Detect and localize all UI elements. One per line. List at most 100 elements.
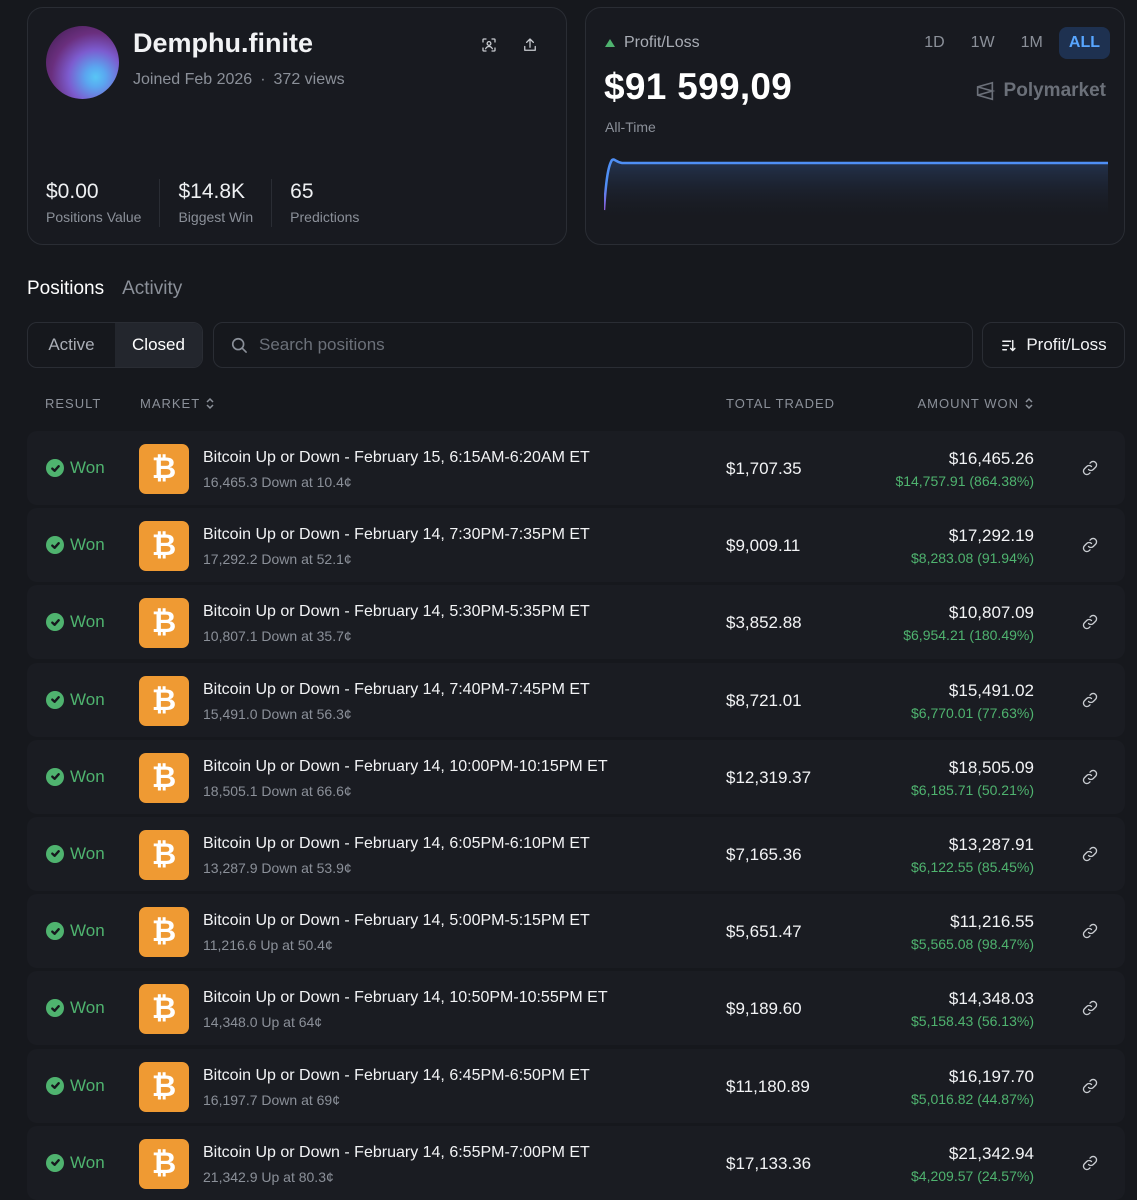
market-title[interactable]: Bitcoin Up or Down - February 14, 6:45PM… <box>203 1067 590 1085</box>
market-title[interactable]: Bitcoin Up or Down - February 14, 5:30PM… <box>203 603 590 621</box>
table-row[interactable]: Won ₿ Bitcoin Up or Down - February 14, … <box>27 585 1125 660</box>
pnl-label-text: Profit/Loss <box>624 34 700 51</box>
header-amount-won[interactable]: AMOUNT WON <box>918 396 1034 411</box>
filter-closed[interactable]: Closed <box>115 323 202 367</box>
result-cell: Won <box>46 998 105 1018</box>
check-circle-icon <box>46 536 64 555</box>
amount-won: $18,505.09 <box>948 757 1034 777</box>
bitcoin-icon: ₿ <box>139 907 189 958</box>
check-circle-icon <box>46 844 64 863</box>
stat-biggest-win: $14.8K Biggest Win <box>178 179 273 227</box>
pnl-period: All-Time <box>605 119 656 135</box>
header-traded-label: TOTAL TRADED <box>726 396 836 411</box>
share-icon[interactable] <box>518 33 542 57</box>
profit-change: $5,565.08 (98.47%) <box>911 936 1034 953</box>
market-title[interactable]: Bitcoin Up or Down - February 14, 10:50P… <box>203 989 608 1007</box>
link-icon[interactable] <box>1081 691 1099 709</box>
table-row[interactable]: Won ₿ Bitcoin Up or Down - February 14, … <box>27 739 1125 814</box>
market-title[interactable]: Bitcoin Up or Down - February 14, 5:00PM… <box>203 912 590 930</box>
result-cell: Won <box>46 1076 105 1096</box>
result-label: Won <box>70 535 105 555</box>
amount-won: $17,292.19 <box>948 526 1034 546</box>
check-circle-icon <box>46 922 64 941</box>
status-filter: Active Closed <box>27 322 203 368</box>
profile-meta: Joined Feb 2026 · 372 views <box>133 71 345 89</box>
bitcoin-icon: ₿ <box>139 984 189 1035</box>
link-icon[interactable] <box>1081 922 1099 940</box>
market-title[interactable]: Bitcoin Up or Down - February 14, 10:00P… <box>203 758 608 776</box>
timeframe-all[interactable]: ALL <box>1058 27 1110 59</box>
positions-table: Won ₿ Bitcoin Up or Down - February 15, … <box>27 431 1125 1200</box>
position-detail: 14,348.0 Up at 64¢ <box>203 1014 323 1031</box>
profit-change: $6,185.71 (50.21%) <box>911 781 1034 798</box>
timeframe-1w[interactable]: 1W <box>961 27 1005 59</box>
market-title[interactable]: Bitcoin Up or Down - February 14, 6:05PM… <box>203 835 590 853</box>
total-traded: $17,133.36 <box>726 1153 812 1173</box>
link-icon[interactable] <box>1081 459 1099 477</box>
link-icon[interactable] <box>1081 1154 1099 1172</box>
search-input[interactable] <box>259 335 939 355</box>
table-row[interactable]: Won ₿ Bitcoin Up or Down - February 15, … <box>27 431 1125 505</box>
check-circle-icon <box>46 690 64 709</box>
position-detail: 18,505.1 Down at 66.6¢ <box>203 782 352 799</box>
bitcoin-icon: ₿ <box>139 752 189 803</box>
table-row[interactable]: Won ₿ Bitcoin Up or Down - February 14, … <box>27 894 1125 969</box>
result-label: Won <box>70 921 105 941</box>
table-row[interactable]: Won ₿ Bitcoin Up or Down - February 14, … <box>27 971 1125 1046</box>
pnl-value: $91 599,09 <box>604 66 793 107</box>
table-row[interactable]: Won ₿ Bitcoin Up or Down - February 14, … <box>27 662 1125 737</box>
tab-activity[interactable]: Activity <box>122 278 182 300</box>
stat-value: $0.00 <box>46 180 99 203</box>
link-icon[interactable] <box>1081 613 1099 631</box>
pnl-card: Profit/Loss $91 599,09 All-Time 1D 1W 1M… <box>585 7 1125 245</box>
amount-won: $16,197.70 <box>948 1066 1034 1086</box>
sort-button[interactable]: Profit/Loss <box>982 322 1125 368</box>
tab-positions[interactable]: Positions <box>27 278 104 300</box>
profit-change: $4,209.57 (24.57%) <box>911 1167 1034 1184</box>
market-title[interactable]: Bitcoin Up or Down - February 14, 7:40PM… <box>203 681 590 699</box>
amount-won: $11,216.55 <box>950 912 1034 932</box>
link-icon[interactable] <box>1081 768 1099 786</box>
scan-icon[interactable] <box>477 33 501 57</box>
table-row[interactable]: Won ₿ Bitcoin Up or Down - February 14, … <box>27 508 1125 583</box>
amount-won: $21,342.94 <box>948 1143 1034 1163</box>
header-total-traded: TOTAL TRADED <box>726 396 835 411</box>
link-icon[interactable] <box>1081 999 1099 1017</box>
check-circle-icon <box>46 459 64 477</box>
market-title[interactable]: Bitcoin Up or Down - February 14, 7:30PM… <box>203 526 590 544</box>
link-icon[interactable] <box>1081 845 1099 863</box>
header-market-label: MARKET <box>140 396 201 411</box>
table-row[interactable]: Won ₿ Bitcoin Up or Down - February 14, … <box>27 816 1125 891</box>
market-title[interactable]: Bitcoin Up or Down - February 15, 6:15AM… <box>203 449 590 467</box>
timeframe-1d[interactable]: 1D <box>914 27 954 59</box>
joined-date: Joined Feb 2026 <box>133 71 253 88</box>
total-traded: $11,180.89 <box>726 1076 810 1096</box>
bitcoin-icon: ₿ <box>139 598 189 649</box>
header-market[interactable]: MARKET <box>140 396 215 411</box>
meta-separator: · <box>260 71 266 88</box>
result-label: Won <box>70 612 105 632</box>
bitcoin-icon: ₿ <box>139 1138 189 1189</box>
profit-change: $6,954.21 (180.49%) <box>903 627 1034 644</box>
table-row[interactable]: Won ₿ Bitcoin Up or Down - February 14, … <box>27 1125 1125 1200</box>
search-icon <box>231 337 247 353</box>
position-detail: 16,465.3 Down at 10.4¢ <box>203 474 352 490</box>
bitcoin-icon: ₿ <box>139 829 189 880</box>
market-title[interactable]: Bitcoin Up or Down - February 14, 6:55PM… <box>203 1144 590 1162</box>
timeframe-1m[interactable]: 1M <box>1011 27 1053 59</box>
result-label: Won <box>70 689 105 709</box>
link-icon[interactable] <box>1081 536 1099 554</box>
filter-active[interactable]: Active <box>28 323 115 367</box>
avatar <box>46 26 119 99</box>
result-cell: Won <box>46 535 105 555</box>
amount-won: $15,491.02 <box>948 680 1034 700</box>
table-header: RESULT MARKET TOTAL TRADED AMOUNT WON <box>0 396 1137 414</box>
sort-label: Profit/Loss <box>1026 335 1107 354</box>
bitcoin-icon: ₿ <box>139 444 189 494</box>
table-row[interactable]: Won ₿ Bitcoin Up or Down - February 14, … <box>27 1048 1125 1123</box>
link-icon[interactable] <box>1081 1077 1099 1095</box>
position-detail: 10,807.1 Down at 35.7¢ <box>203 628 352 645</box>
amount-won: $16,465.26 <box>948 449 1034 468</box>
check-circle-icon <box>46 767 64 786</box>
profile-card: Demphu.finite Joined Feb 2026 · 372 views … <box>27 7 567 245</box>
